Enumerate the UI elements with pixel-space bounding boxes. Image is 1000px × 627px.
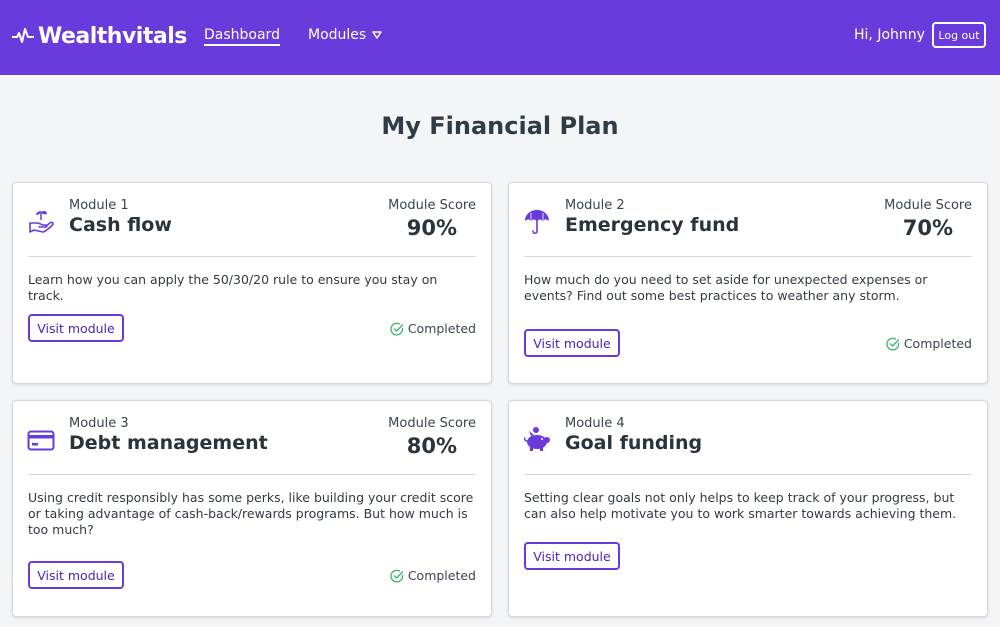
card-divider <box>28 256 476 257</box>
status-label: Completed <box>407 568 476 583</box>
card-divider <box>524 474 972 475</box>
completed-status: Completed <box>390 321 476 336</box>
check-circle-icon <box>390 322 403 336</box>
triangle-down-icon <box>372 31 382 39</box>
visit-module-button[interactable]: Visit module <box>524 329 620 357</box>
logout-button[interactable]: Log out <box>932 22 986 48</box>
visit-module-button[interactable]: Visit module <box>28 561 124 589</box>
page-title: My Financial Plan <box>381 112 619 140</box>
heartbeat-icon <box>12 28 34 43</box>
module-score-value: 90% <box>406 216 457 240</box>
module-title: Cash flow <box>69 214 172 236</box>
module-number: Module 4 <box>565 416 625 431</box>
nav-dashboard-link[interactable]: Dashboard <box>204 27 280 46</box>
module-title: Goal funding <box>565 432 703 454</box>
module-score-value: 70% <box>902 216 953 240</box>
brand-name: Wealthvitals <box>38 23 187 49</box>
module-number: Module 2 <box>565 198 625 213</box>
module-description: Setting clear goals not only helps to ke… <box>524 490 957 521</box>
module-score-value: 80% <box>406 434 457 458</box>
check-circle-icon <box>390 569 403 583</box>
card-divider <box>524 256 972 257</box>
module-number: Module 3 <box>69 416 129 431</box>
module-number: Module 1 <box>69 198 129 213</box>
piggy-bank-icon <box>523 427 550 451</box>
visit-module-button[interactable]: Visit module <box>524 542 620 570</box>
module-card-emergency-fund: Module 2 Emergency fund Module Score 70%… <box>508 182 988 384</box>
brand-logo[interactable]: Wealthvitals <box>12 20 187 52</box>
module-description: Learn how you can apply the 50/30/20 rul… <box>28 272 438 303</box>
module-card-goal-funding: Module 4 Goal funding Setting clear goal… <box>508 400 988 617</box>
check-circle-icon <box>886 337 899 351</box>
module-score-label: Module Score <box>884 198 972 213</box>
module-title: Debt management <box>69 432 268 454</box>
completed-status: Completed <box>886 336 972 351</box>
nav-modules-label: Modules <box>308 27 367 43</box>
visit-module-button[interactable]: Visit module <box>28 314 124 342</box>
module-score-label: Module Score <box>388 416 476 431</box>
nav-modules-dropdown[interactable]: Modules <box>308 27 382 43</box>
card-divider <box>28 474 476 475</box>
status-label: Completed <box>903 336 972 351</box>
status-label: Completed <box>407 321 476 336</box>
completed-status: Completed <box>390 568 476 583</box>
top-navbar: Wealthvitals Dashboard Modules Hi, Johnn… <box>0 0 1000 75</box>
module-description: How much do you need to set aside for un… <box>524 272 928 303</box>
module-title: Emergency fund <box>565 214 740 236</box>
module-score-label: Module Score <box>388 198 476 213</box>
hand-sprout-icon <box>29 210 54 233</box>
user-greeting: Hi, Johnny <box>854 27 925 43</box>
umbrella-icon <box>525 210 549 235</box>
module-card-debt-management: Module 3 Debt management Module Score 80… <box>12 400 492 617</box>
module-card-cash-flow: Module 1 Cash flow Module Score 90% Lear… <box>12 182 492 384</box>
credit-card-icon <box>27 430 55 451</box>
module-description: Using credit responsibly has some perks,… <box>28 490 474 537</box>
